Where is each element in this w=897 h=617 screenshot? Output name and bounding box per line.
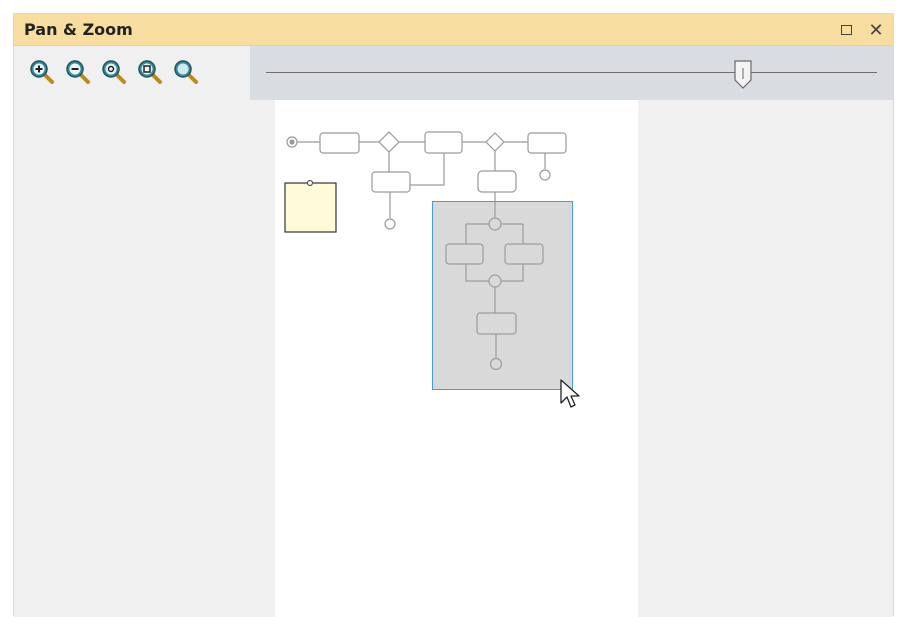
- toolbar: [14, 46, 893, 100]
- zoom-fit-button[interactable]: [101, 59, 127, 85]
- task-shape: [424, 131, 463, 154]
- gateway-shape: [378, 131, 400, 153]
- maximize-button[interactable]: [835, 19, 857, 41]
- note-shape: [284, 182, 337, 233]
- end-event-icon: [384, 218, 396, 230]
- maximize-icon: [840, 25, 852, 35]
- task-shape: [477, 170, 517, 193]
- window-title: Pan & Zoom: [24, 20, 133, 39]
- overview-canvas[interactable]: [14, 100, 893, 617]
- zoom-normal-button[interactable]: [173, 59, 199, 85]
- zoom-out-button[interactable]: [65, 59, 91, 85]
- zoom-normal-icon: [174, 60, 198, 84]
- end-event-icon: [539, 169, 551, 181]
- task-shape: [527, 132, 567, 154]
- zoom-out-icon: [66, 60, 90, 84]
- zoom-slider-thumb[interactable]: [733, 60, 753, 90]
- close-icon: ✕: [868, 19, 884, 41]
- task-shape: [319, 132, 360, 154]
- zoom-in-button[interactable]: [29, 59, 55, 85]
- mouse-cursor-icon: [560, 379, 580, 408]
- zoom-page-button[interactable]: [137, 59, 163, 85]
- close-button[interactable]: ✕: [865, 19, 887, 41]
- task-shape: [371, 171, 411, 193]
- zoom-in-icon: [30, 60, 54, 84]
- zoom-slider[interactable]: [250, 46, 893, 100]
- zoom-slider-track: [266, 72, 877, 73]
- zoom-buttons: [14, 46, 249, 100]
- zoom-fit-icon: [102, 60, 126, 84]
- zoom-page-icon: [138, 60, 162, 84]
- title-bar: Pan & Zoom ✕: [14, 14, 893, 46]
- gateway-shape: [485, 132, 505, 152]
- pan-zoom-window: Pan & Zoom ✕: [13, 13, 894, 617]
- view-rectangle[interactable]: [432, 201, 573, 390]
